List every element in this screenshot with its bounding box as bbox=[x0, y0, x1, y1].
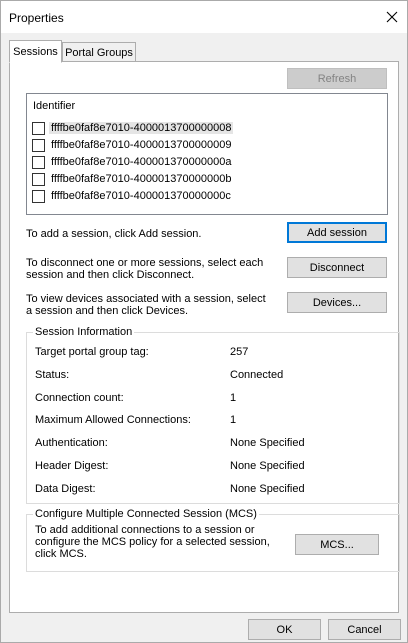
session-information-legend: Session Information bbox=[33, 326, 135, 338]
close-button[interactable] bbox=[377, 1, 407, 33]
session-checkbox[interactable] bbox=[32, 138, 45, 152]
info-value: 1 bbox=[230, 392, 237, 404]
session-checkbox[interactable] bbox=[32, 121, 45, 135]
info-label: Maximum Allowed Connections: bbox=[35, 414, 191, 426]
add-session-button-label: Add session bbox=[307, 226, 367, 239]
mcs-instruction: To add additional connections to a sessi… bbox=[35, 524, 270, 560]
refresh-button[interactable]: Refresh bbox=[287, 68, 387, 89]
session-id: ffffbe0faf8e7010-400001370000000b bbox=[51, 173, 232, 185]
cancel-button-label: Cancel bbox=[347, 623, 382, 636]
mcs-group: Configure Multiple Connected Session (MC… bbox=[26, 508, 400, 572]
mcs-button-label: MCS... bbox=[320, 538, 354, 551]
info-value: 257 bbox=[230, 346, 249, 358]
devices-button-label: Devices... bbox=[312, 296, 362, 309]
session-information-group: Session Information Target portal group … bbox=[26, 326, 400, 504]
ok-button-label: OK bbox=[276, 623, 293, 636]
close-icon bbox=[386, 11, 398, 23]
disconnect-button-label: Disconnect bbox=[309, 261, 365, 274]
list-item[interactable]: ffffbe0faf8e7010-400001370000000c bbox=[32, 188, 231, 204]
disconnect-instruction-line2: session and then click Disconnect. bbox=[26, 269, 195, 281]
session-list[interactable]: Identifier ffffbe0faf8e7010-400001370000… bbox=[26, 93, 388, 215]
session-id: ffffbe0faf8e7010-4000013700000009 bbox=[51, 139, 232, 151]
info-value: None Specified bbox=[230, 483, 305, 495]
tab-sessions[interactable]: Sessions bbox=[9, 40, 62, 63]
devices-instruction-line2: a session and then click Devices. bbox=[26, 305, 189, 317]
disconnect-instruction-line1: To disconnect one or more sessions, sele… bbox=[26, 257, 264, 269]
list-header-identifier: Identifier bbox=[33, 100, 76, 112]
mcs-instruction-line1: To add additional connections to a sessi… bbox=[35, 524, 255, 536]
info-label: Status: bbox=[35, 369, 70, 381]
ok-button[interactable]: OK bbox=[248, 619, 321, 640]
tab-portal-groups[interactable]: Portal Groups bbox=[62, 42, 136, 63]
sessions-tab-panel: Refresh Identifier ffffbe0faf8e7010-4000… bbox=[9, 61, 400, 613]
mcs-button[interactable]: MCS... bbox=[295, 534, 379, 555]
disconnect-button[interactable]: Disconnect bbox=[287, 257, 387, 278]
session-checkbox[interactable] bbox=[32, 172, 45, 186]
session-id: ffffbe0faf8e7010-400001370000000a bbox=[51, 156, 232, 168]
add-session-button[interactable]: Add session bbox=[287, 222, 387, 243]
info-value: None Specified bbox=[230, 437, 305, 449]
list-item[interactable]: ffffbe0faf8e7010-400001370000000a bbox=[32, 154, 231, 170]
info-value: Connected bbox=[230, 369, 284, 381]
info-label: Authentication: bbox=[35, 437, 108, 449]
list-item[interactable]: ffffbe0faf8e7010-4000013700000008 bbox=[32, 120, 234, 136]
tab-sessions-label: Sessions bbox=[13, 45, 58, 58]
mcs-instruction-line2: configure the MCS policy for a selected … bbox=[35, 536, 270, 548]
info-label: Target portal group tag: bbox=[35, 346, 149, 358]
add-session-instruction: To add a session, click Add session. bbox=[26, 228, 202, 240]
mcs-instruction-line3: click MCS. bbox=[35, 548, 87, 560]
tab-portal-groups-label: Portal Groups bbox=[65, 46, 133, 59]
devices-instruction-line1: To view devices associated with a sessio… bbox=[26, 293, 266, 305]
info-label: Connection count: bbox=[35, 392, 124, 404]
devices-button[interactable]: Devices... bbox=[287, 292, 387, 313]
refresh-button-label: Refresh bbox=[317, 72, 357, 85]
dialog-title: Properties bbox=[9, 11, 64, 25]
session-checkbox[interactable] bbox=[32, 155, 45, 169]
title-bar: Properties bbox=[1, 1, 407, 33]
session-id: ffffbe0faf8e7010-4000013700000008 bbox=[49, 122, 234, 134]
info-value: 1 bbox=[230, 414, 237, 426]
list-item[interactable]: ffffbe0faf8e7010-400001370000000b bbox=[32, 171, 231, 187]
list-item[interactable]: ffffbe0faf8e7010-4000013700000009 bbox=[32, 137, 231, 153]
properties-dialog: Properties Sessions Portal Groups Refres… bbox=[0, 0, 408, 643]
info-label: Data Digest: bbox=[35, 483, 96, 495]
mcs-legend: Configure Multiple Connected Session (MC… bbox=[33, 508, 259, 520]
cancel-button[interactable]: Cancel bbox=[328, 619, 401, 640]
devices-instruction: To view devices associated with a sessio… bbox=[26, 293, 266, 317]
info-label: Header Digest: bbox=[35, 460, 109, 472]
session-id: ffffbe0faf8e7010-400001370000000c bbox=[51, 190, 231, 202]
info-value: None Specified bbox=[230, 460, 305, 472]
session-checkbox[interactable] bbox=[32, 189, 45, 203]
disconnect-instruction: To disconnect one or more sessions, sele… bbox=[26, 257, 263, 281]
